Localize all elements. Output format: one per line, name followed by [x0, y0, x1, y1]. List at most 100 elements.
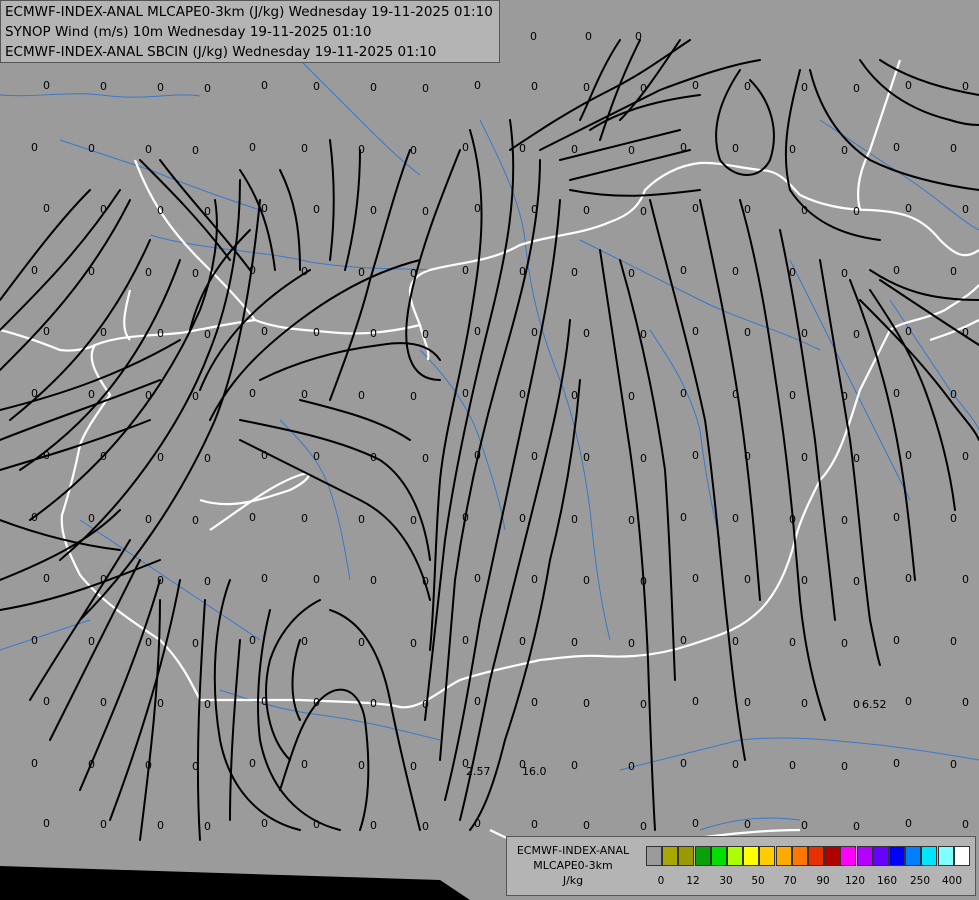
station-value: 0: [801, 819, 808, 832]
station-value: 0: [744, 326, 751, 339]
station-value: 0: [204, 452, 211, 465]
legend-swatch: [678, 846, 695, 866]
title-wind: SYNOP Wind (m/s) 10m Wednesday 19-11-202…: [5, 24, 372, 40]
station-value: 0: [519, 635, 526, 648]
station-value: 0: [462, 141, 469, 154]
legend-tick-label: 250: [909, 875, 931, 887]
legend-tick-label: 12: [686, 875, 700, 887]
station-value: 0: [100, 203, 107, 216]
station-value: 0: [313, 203, 320, 216]
station-value: 0: [680, 141, 687, 154]
station-value: 0: [853, 328, 860, 341]
station-value: 0: [692, 817, 699, 830]
station-value: 0: [680, 634, 687, 647]
station-value: 0: [474, 695, 481, 708]
station-value: 0: [893, 511, 900, 524]
station-value: 0: [370, 204, 377, 217]
station-value: 0: [261, 202, 268, 215]
station-value: 0: [692, 325, 699, 338]
station-value: 0: [157, 697, 164, 710]
legend-title-line3: J/kg: [562, 874, 584, 887]
station-value: 0: [583, 81, 590, 94]
station-value: 0: [680, 757, 687, 770]
station-value: 0: [422, 328, 429, 341]
station-value: 0: [519, 265, 526, 278]
station-value: 0: [732, 265, 739, 278]
station-value: 0: [841, 390, 848, 403]
station-value: 0: [571, 636, 578, 649]
station-value: 0: [801, 574, 808, 587]
station-value: 0: [422, 205, 429, 218]
station-value: 0: [249, 141, 256, 154]
station-value: 0: [358, 143, 365, 156]
station-value: 0: [732, 512, 739, 525]
legend-swatch: [775, 846, 792, 866]
station-value: 0: [145, 636, 152, 649]
station-value: 0: [410, 514, 417, 527]
station-value: 0: [801, 204, 808, 217]
station-value: 0: [474, 817, 481, 830]
station-value: 0: [31, 387, 38, 400]
station-value: 0: [157, 574, 164, 587]
station-value: 0: [905, 817, 912, 830]
station-value: 0: [531, 696, 538, 709]
station-value: 0: [640, 328, 647, 341]
station-value: 0: [519, 142, 526, 155]
station-value: 0: [261, 79, 268, 92]
station-value: 0: [905, 449, 912, 462]
legend-tick-label: 70: [783, 875, 797, 887]
legend-tick-label: 0: [657, 875, 665, 887]
station-value: 0: [962, 818, 969, 831]
station-value: 0: [192, 637, 199, 650]
station-value: 0: [585, 30, 592, 43]
station-value: 0: [962, 80, 969, 93]
station-value: 0: [422, 820, 429, 833]
legend-tick-label: 30: [719, 875, 733, 887]
station-value: 0: [145, 759, 152, 772]
station-value: 0: [950, 265, 957, 278]
station-value: 0: [261, 325, 268, 338]
legend-swatch: [727, 846, 743, 866]
station-value: 0: [789, 389, 796, 402]
station-value: 0: [571, 143, 578, 156]
station-value: 0: [801, 327, 808, 340]
station-value: 0: [628, 144, 635, 157]
station-value: 0: [370, 81, 377, 94]
title-mlcape: ECMWF-INDEX-ANAL MLCAPE0-3km (J/kg) Wedn…: [5, 4, 493, 20]
station-value: 0: [571, 266, 578, 279]
legend-title: ECMWF-INDEX-ANAL MLCAPE0-3km J/kg: [509, 843, 637, 888]
station-value: 0: [313, 573, 320, 586]
station-value: 0: [853, 698, 860, 711]
station-value: 0: [962, 326, 969, 339]
station-value: 0: [905, 695, 912, 708]
station-value: 0: [635, 30, 642, 43]
station-value: 0: [841, 267, 848, 280]
station-value: 0: [43, 572, 50, 585]
station-value: 0: [474, 449, 481, 462]
station-value: 0: [301, 758, 308, 771]
map-title-box: ECMWF-INDEX-ANAL MLCAPE0-3km (J/kg) Wedn…: [0, 0, 500, 63]
station-value: 2.57: [466, 765, 491, 778]
station-value: 0: [853, 205, 860, 218]
station-value: 0: [145, 266, 152, 279]
station-value: 0: [789, 143, 796, 156]
station-value: 0: [313, 326, 320, 339]
station-value: 0: [680, 511, 687, 524]
station-value: 0: [88, 265, 95, 278]
station-value: 0: [640, 820, 647, 833]
legend-swatch: [662, 846, 679, 866]
station-value: 0: [841, 144, 848, 157]
legend-tick-label: 120: [844, 875, 866, 887]
station-value: 0: [43, 695, 50, 708]
legend-swatch: [937, 846, 954, 866]
station-value: 0: [474, 202, 481, 215]
station-value: 6.52: [862, 698, 887, 711]
station-value: 0: [680, 387, 687, 400]
legend-swatch: [953, 846, 970, 866]
station-value: 0: [531, 80, 538, 93]
station-value: 0: [628, 760, 635, 773]
station-value: 0: [692, 202, 699, 215]
station-value: 0: [43, 449, 50, 462]
station-value: 0: [692, 572, 699, 585]
station-value: 0: [474, 79, 481, 92]
